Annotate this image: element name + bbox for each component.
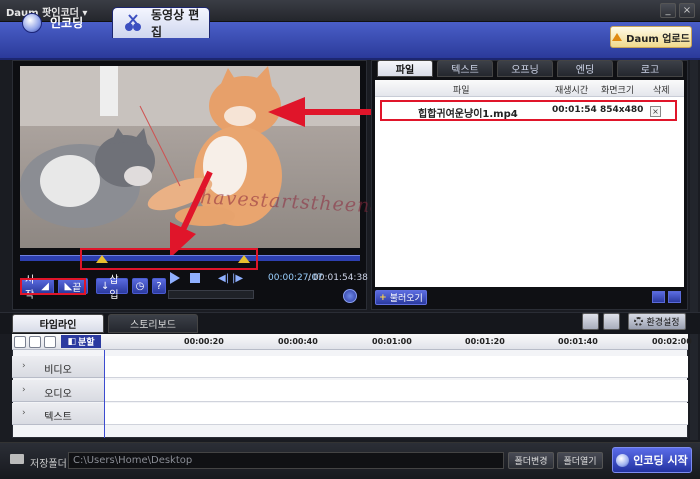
grid-view-icon[interactable] xyxy=(652,291,665,303)
timeline-playhead[interactable] xyxy=(104,350,105,438)
change-folder-button[interactable]: 폴더변경 xyxy=(508,452,554,469)
settings-button[interactable]: 환경설정 xyxy=(628,313,686,330)
prev-frame-button[interactable]: ◀| xyxy=(218,273,229,284)
tab-text[interactable]: 텍스트 xyxy=(437,60,493,77)
track-text-lane[interactable] xyxy=(104,403,688,425)
tab-timeline[interactable]: 타임라인 xyxy=(12,314,104,333)
tab-opening[interactable]: 오프닝 xyxy=(497,60,553,77)
tick-label: 00:00:20 xyxy=(184,337,224,346)
volume-icon[interactable] xyxy=(343,289,357,303)
save-icon-button[interactable] xyxy=(603,313,620,330)
track-audio[interactable]: › 오디오 xyxy=(12,380,104,402)
import-button[interactable]: + 불러오기 xyxy=(375,290,427,305)
tab-file[interactable]: 파일 xyxy=(377,60,433,77)
tab-ending[interactable]: 엔딩 xyxy=(557,60,613,77)
tab-storyboard[interactable]: 스토리보드 xyxy=(108,314,198,333)
tick-label: 00:00:40 xyxy=(278,337,318,346)
track-audio-label: 오디오 xyxy=(44,389,72,400)
save-folder-label: 저장폴더 xyxy=(30,459,67,470)
folder-icon-button[interactable] xyxy=(582,313,599,330)
file-list-header: 파일 재생시간 화면크기 삭제 xyxy=(375,80,684,97)
zoom-out-icon[interactable] xyxy=(44,336,56,348)
tick-label: 00:01:20 xyxy=(465,337,505,346)
insert-label: 삽입 xyxy=(109,275,119,301)
folder-icon xyxy=(10,454,24,464)
track-text-label: 텍스트 xyxy=(44,412,72,423)
open-folder-button[interactable]: 폴더열기 xyxy=(557,452,603,469)
start-end-highlight xyxy=(20,278,86,295)
split-label: 분할 xyxy=(77,338,95,348)
file-row-highlight xyxy=(380,100,677,121)
film-reel-icon xyxy=(616,453,630,467)
encode-start-button[interactable]: 인코딩 시작 xyxy=(612,447,692,473)
play-button[interactable] xyxy=(170,272,184,286)
tab-logo[interactable]: 로고 xyxy=(617,60,683,77)
track-text[interactable]: › 텍스트 xyxy=(12,403,104,425)
track-video-label: 비디오 xyxy=(44,365,72,376)
encode-start-label: 인코딩 시작 xyxy=(633,454,688,467)
split-icon: ◧ xyxy=(67,336,76,347)
col-file[interactable]: 파일 xyxy=(453,83,470,96)
vertical-scrollbar[interactable] xyxy=(690,60,698,440)
col-delete[interactable]: 삭제 xyxy=(653,83,670,96)
stop-icon xyxy=(190,273,200,283)
gear-icon xyxy=(634,317,644,326)
help-button[interactable]: ? xyxy=(152,278,166,294)
tick-label: 00:01:40 xyxy=(558,337,598,346)
trim-markers-highlight xyxy=(80,248,258,270)
list-view-icon[interactable] xyxy=(668,291,681,303)
plus-icon: + xyxy=(379,292,387,303)
tick-label: 00:02:00 xyxy=(652,337,692,346)
col-duration[interactable]: 재생시간 xyxy=(555,83,588,96)
col-size[interactable]: 화면크기 xyxy=(601,83,634,96)
clock-button[interactable]: ◷ xyxy=(132,278,148,294)
save-path-input[interactable] xyxy=(68,452,504,469)
split-button[interactable]: ◧ 분할 xyxy=(61,335,101,348)
track-audio-lane[interactable] xyxy=(104,380,688,402)
fit-icon[interactable] xyxy=(14,336,26,348)
stop-button[interactable] xyxy=(190,273,204,287)
insert-button[interactable]: ↓ 삽입 xyxy=(96,275,128,301)
track-video[interactable]: › 비디오 xyxy=(12,356,104,378)
total-time: 00:01:54:38 xyxy=(313,273,368,283)
time-separator: / xyxy=(308,273,312,283)
zoom-in-icon[interactable] xyxy=(29,336,41,348)
import-label: 불러오기 xyxy=(389,294,423,304)
track-video-lane[interactable] xyxy=(104,356,688,378)
settings-label: 환경설정 xyxy=(646,318,680,328)
next-frame-button[interactable]: |▶ xyxy=(232,273,243,284)
tick-label: 00:01:00 xyxy=(372,337,412,346)
playback-seek-strip[interactable] xyxy=(168,290,254,299)
play-icon xyxy=(170,272,180,284)
